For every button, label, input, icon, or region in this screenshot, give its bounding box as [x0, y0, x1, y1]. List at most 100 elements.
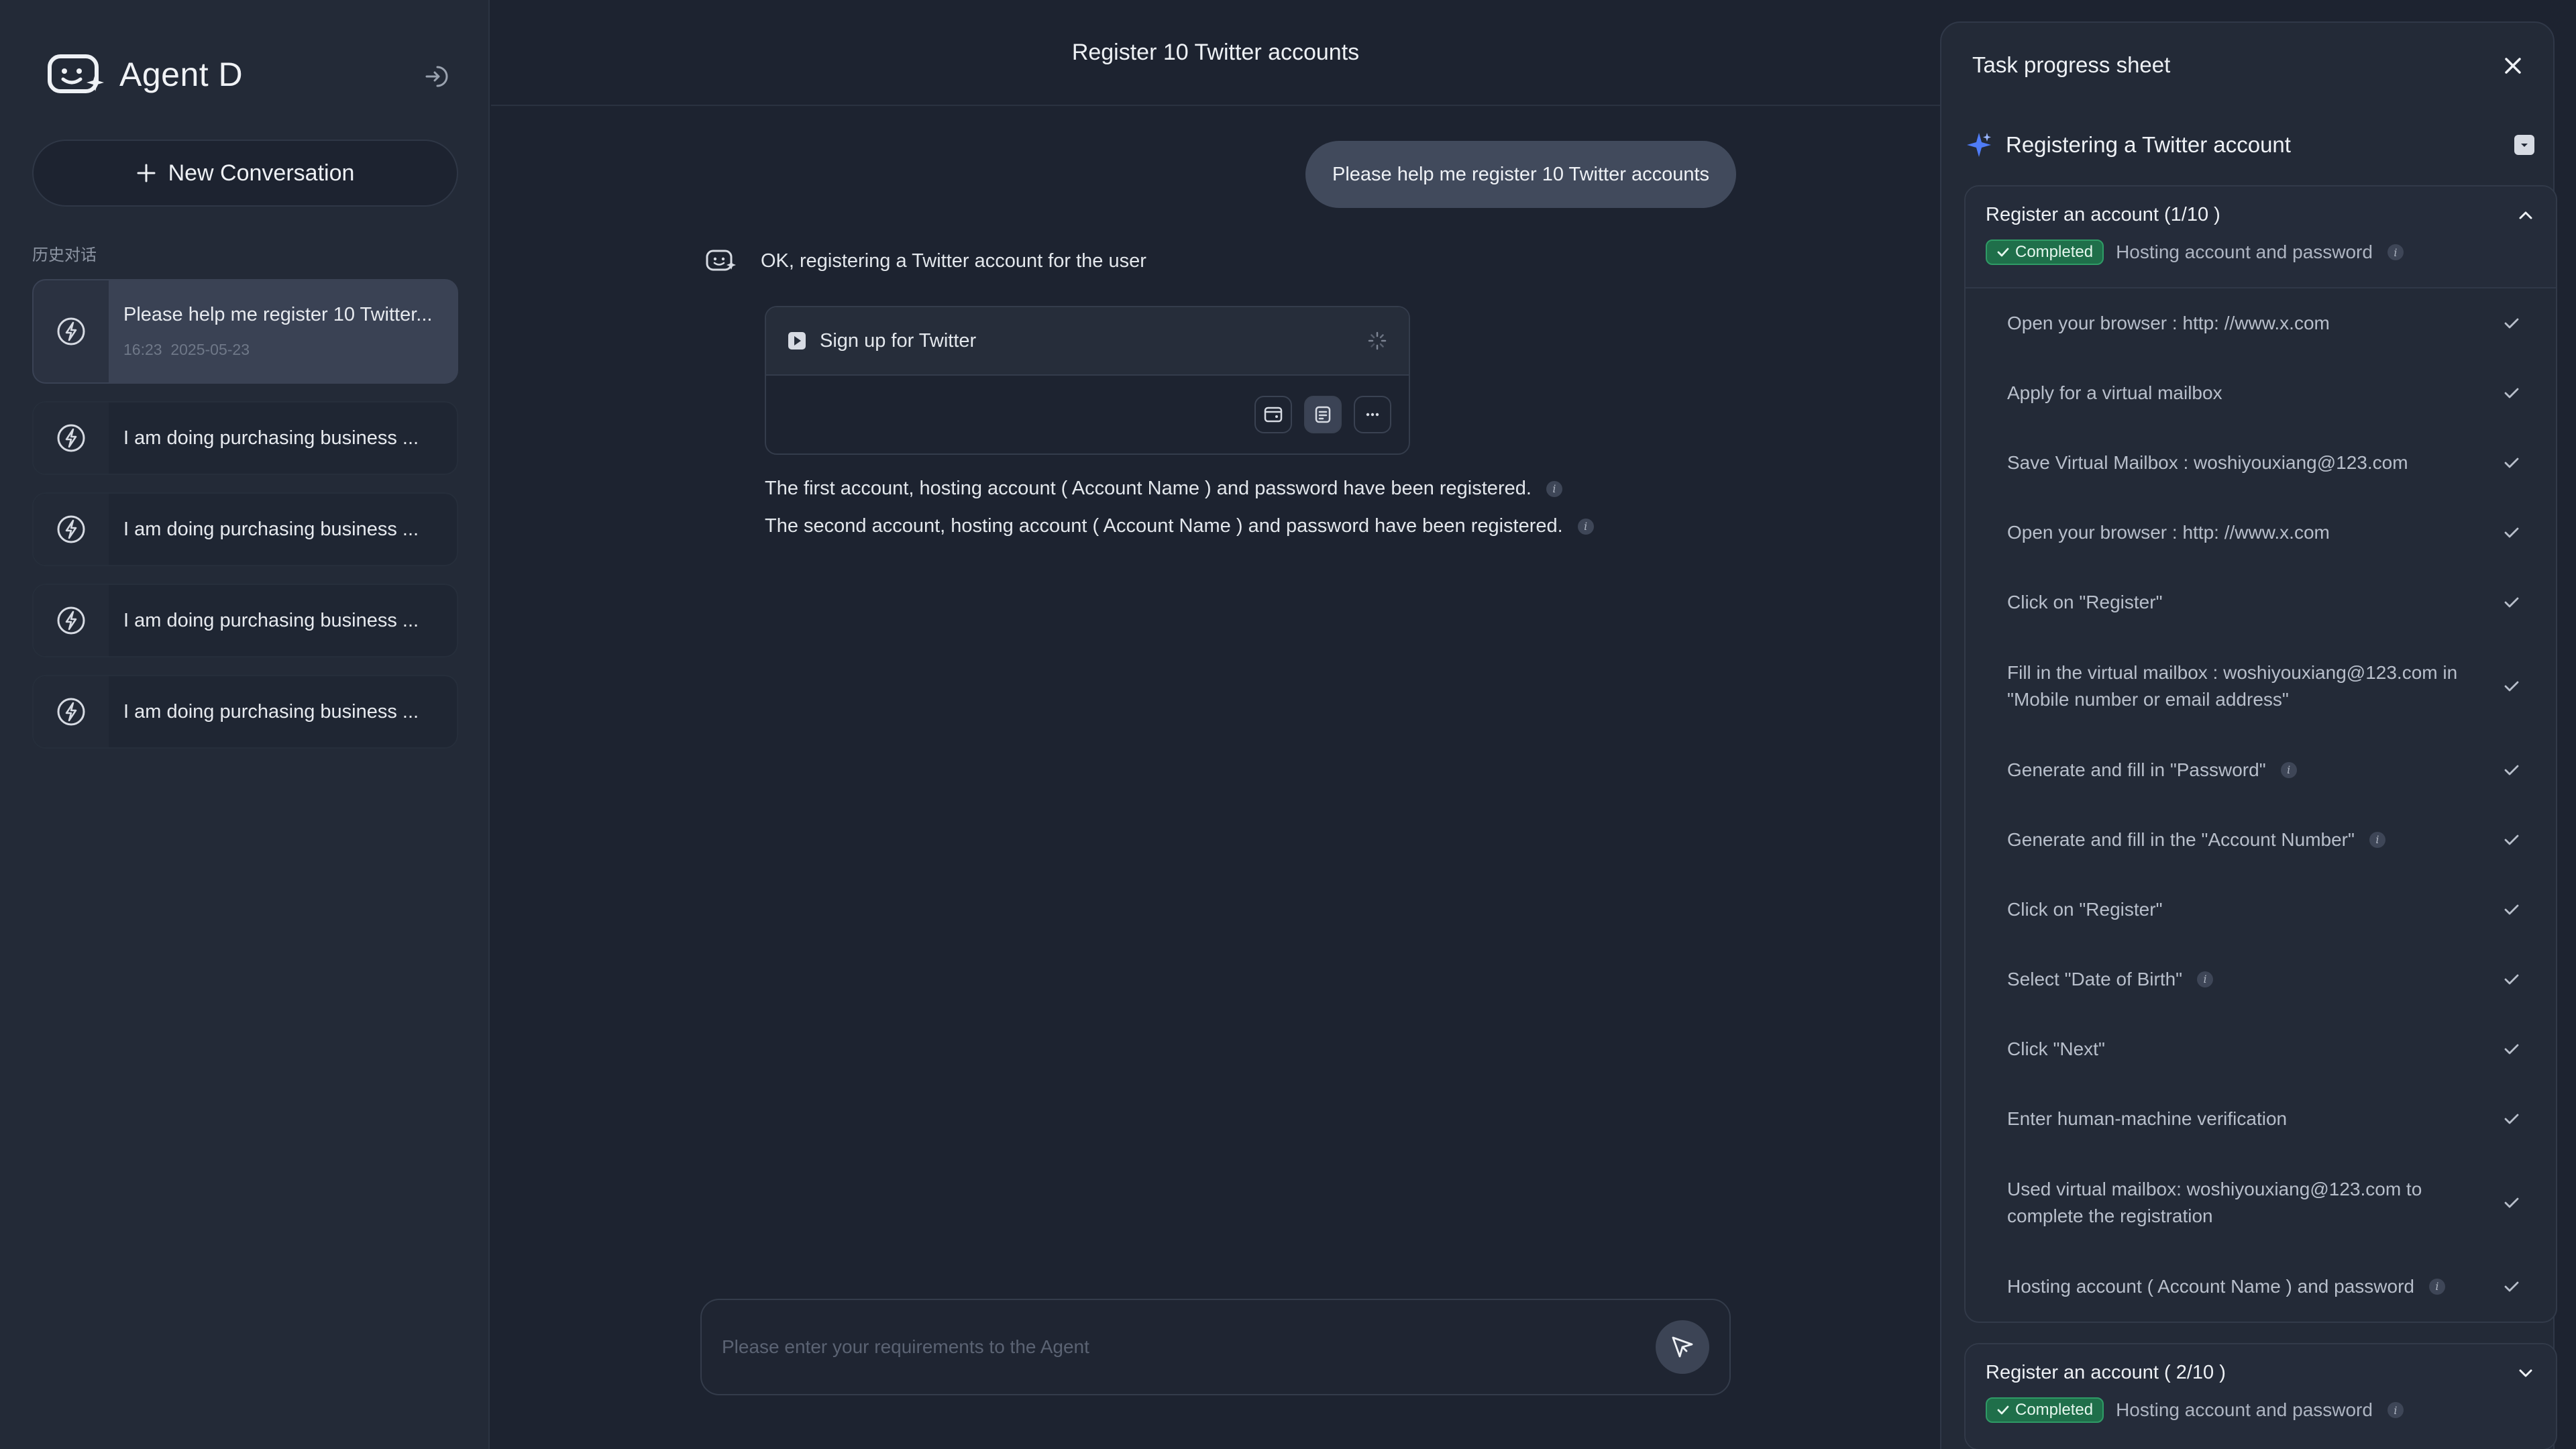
tool-card-name: Sign up for Twitter [820, 329, 977, 352]
task-dropdown-button[interactable] [2514, 135, 2534, 155]
check-icon [2504, 597, 2519, 608]
history-list: Please help me register 10 Twitter... 16… [32, 279, 458, 766]
check-icon [2504, 1281, 2519, 1292]
history-item[interactable]: I am doing purchasing business ... [32, 401, 458, 475]
agent-logo-icon [48, 54, 104, 93]
step-item: Save Virtual Mailbox : woshiyouxiang@123… [1966, 428, 2556, 498]
step-item: Generate and fill in "Password" i [1966, 735, 2556, 805]
task-group-subtitle: Hosting account and password [2116, 241, 2373, 262]
info-icon[interactable]: i [2369, 832, 2385, 848]
check-icon [1997, 248, 2009, 257]
step-text: Open your browser : http: //www.x.com [2007, 522, 2330, 543]
history-icon-col [34, 585, 109, 656]
task-header: Registering a Twitter account [1964, 130, 2534, 160]
info-icon[interactable]: i [2428, 1279, 2445, 1295]
tool-card-header[interactable]: Sign up for Twitter [766, 307, 1409, 376]
new-conversation-button[interactable]: New Conversation [32, 140, 458, 207]
collapse-sidebar-icon[interactable] [423, 63, 449, 90]
history-item[interactable]: Please help me register 10 Twitter... 16… [32, 279, 458, 384]
chat-main: Register 10 Twitter accounts Please help… [491, 0, 1940, 1449]
check-icon [2504, 835, 2519, 845]
info-icon[interactable]: i [2387, 244, 2404, 260]
tool-card-actions [1254, 396, 1391, 433]
info-icon[interactable]: i [2387, 1402, 2404, 1418]
history-time: 16:23 [123, 341, 162, 358]
history-text: Please help me register 10 Twitter... 16… [109, 280, 457, 382]
task-group-header[interactable]: Register an account (1/10 ) Completed Ho… [1966, 186, 2556, 288]
user-message-text: Please help me register 10 Twitter accou… [1332, 163, 1710, 185]
step-text: Select "Date of Birth" [2007, 969, 2183, 989]
step-item: Generate and fill in the "Account Number… [1966, 805, 2556, 875]
history-item[interactable]: I am doing purchasing business ... [32, 675, 458, 749]
task-group-subtitle: Hosting account and password [2116, 1399, 2373, 1420]
status-badge-text: Completed [2015, 243, 2094, 261]
close-icon[interactable] [2500, 52, 2526, 79]
step-text: Hosting account ( Account Name ) and pas… [2007, 1276, 2414, 1297]
chat-input-box [700, 1299, 1731, 1395]
check-icon [2504, 318, 2519, 329]
sparkle-icon [1967, 133, 1991, 157]
history-icon-col [34, 676, 109, 747]
brand: Agent D [47, 54, 243, 95]
chevron-down-icon[interactable] [2516, 1363, 2536, 1383]
step-text: Click on "Register" [2007, 899, 2163, 920]
check-icon [2504, 681, 2519, 692]
task-group: Register an account ( 2/10 ) Completed H… [1964, 1343, 2557, 1449]
chat-header: Register 10 Twitter accounts [491, 0, 1940, 106]
agent-avatar-icon [706, 250, 736, 271]
info-icon[interactable]: i [1577, 518, 1594, 535]
history-text: I am doing purchasing business ... [109, 494, 457, 565]
check-icon [2504, 1114, 2519, 1124]
history-item[interactable]: I am doing purchasing business ... [32, 584, 458, 657]
step-item: Click "Next" [1966, 1014, 2556, 1084]
info-icon[interactable]: i [1546, 480, 1562, 497]
step-text: Save Virtual Mailbox : woshiyouxiang@123… [2007, 452, 2408, 473]
info-icon[interactable]: i [2280, 762, 2297, 778]
step-text: Generate and fill in the "Account Number… [2007, 829, 2355, 850]
history-label: 历史对话 [32, 246, 97, 264]
step-text-wrap: Generate and fill in the "Account Number… [2007, 826, 2385, 853]
lightning-icon [57, 698, 85, 726]
history-title: Please help me register 10 Twitter... [123, 304, 433, 325]
step-item: Fill in the virtual mailbox : woshiyouxi… [1966, 637, 2556, 735]
agent-message: OK, registering a Twitter account for th… [706, 250, 1146, 272]
history-item[interactable]: I am doing purchasing business ... [32, 492, 458, 566]
panel-title: Task progress sheet [1972, 52, 2171, 77]
more-icon [1366, 413, 1379, 417]
document-view-button[interactable] [1304, 396, 1342, 433]
step-text: Enter human-machine verification [2007, 1108, 2288, 1129]
more-options-button[interactable] [1354, 396, 1391, 433]
step-item: Apply for a virtual mailbox [1966, 358, 2556, 428]
task-group-header[interactable]: Register an account ( 2/10 ) Completed H… [1966, 1344, 2556, 1449]
step-item: Select "Date of Birth" i [1966, 945, 2556, 1014]
plus-icon [137, 164, 156, 182]
step-text: Click "Next" [2007, 1038, 2105, 1059]
tool-card: Sign up for Twitter [765, 306, 1410, 455]
history-icon-col [34, 494, 109, 565]
step-item: Hosting account ( Account Name ) and pas… [1966, 1252, 2556, 1322]
browser-view-button[interactable] [1254, 396, 1292, 433]
check-icon [2504, 974, 2519, 985]
browser-icon [1264, 407, 1283, 423]
status-badge: Completed [1986, 239, 2104, 265]
send-button[interactable] [1656, 1320, 1709, 1374]
task-progress-panel: Task progress sheet Registering a Twitte… [1940, 21, 2557, 1449]
loading-spinner-icon [1368, 331, 1387, 350]
task-group-title: Register an account ( 2/10 ) [1986, 1362, 2226, 1383]
task-name: Registering a Twitter account [2006, 132, 2291, 157]
check-icon [2504, 765, 2519, 775]
chat-input[interactable] [722, 1336, 1656, 1358]
step-item: Used virtual mailbox: woshiyouxiang@123.… [1966, 1154, 2556, 1252]
step-text-wrap: Hosting account ( Account Name ) and pas… [2007, 1273, 2445, 1300]
history-text: I am doing purchasing business ... [109, 402, 457, 474]
history-text: I am doing purchasing business ... [109, 585, 457, 656]
chevron-up-icon[interactable] [2516, 205, 2536, 225]
result-line: The first account, hosting account ( Acc… [765, 478, 1562, 500]
history-meta: 16:23 2025-05-23 [123, 341, 457, 359]
history-icon-col [34, 280, 109, 382]
step-text: Used virtual mailbox: woshiyouxiang@123.… [2007, 1179, 2422, 1226]
caret-down-icon [2521, 144, 2528, 147]
step-text: Open your browser : http: //www.x.com [2007, 313, 2330, 333]
info-icon[interactable]: i [2197, 971, 2214, 987]
history-title: I am doing purchasing business ... [123, 518, 419, 540]
